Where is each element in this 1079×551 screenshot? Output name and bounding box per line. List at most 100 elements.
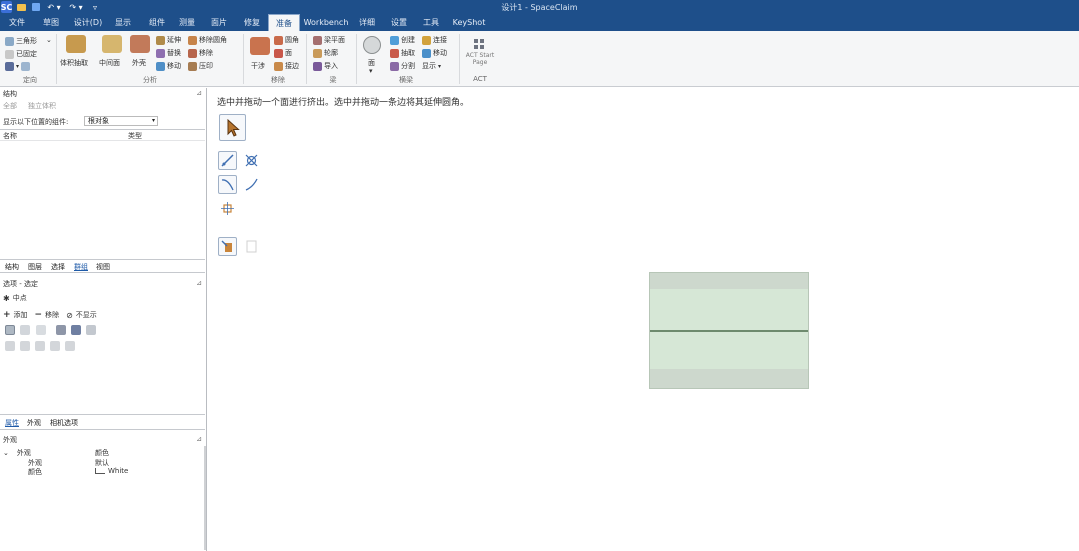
view-option-icon-4[interactable] (50, 341, 60, 351)
select-body-icon[interactable] (56, 325, 66, 335)
options-item[interactable]: ✱ 中点 (3, 293, 27, 303)
pin-icon[interactable]: ⊿ (196, 89, 202, 97)
design-canvas[interactable]: 选中并拖动一个面进行挤出。选中并拖动一条边将其延伸圆角。 (209, 88, 1079, 551)
replace-button[interactable]: 替换 (156, 48, 181, 58)
extract-icon (390, 48, 399, 58)
shell-label[interactable]: 外壳 (132, 58, 146, 68)
profile-button[interactable]: 轮廓 (313, 48, 338, 58)
split-button[interactable]: 分割 (390, 61, 415, 71)
options-header: 选项 - 选定 (3, 280, 38, 288)
chain-tool-button[interactable] (218, 175, 237, 194)
pin-icon[interactable]: ⊿ (196, 279, 202, 287)
faces-button[interactable]: 面 (274, 48, 292, 58)
tab-tools[interactable]: 工具 (416, 14, 446, 31)
tab-selection[interactable]: 选择 (51, 262, 65, 272)
tab-structure[interactable]: 结构 (5, 262, 19, 272)
remove-rounds-button[interactable]: 移除圆角 (188, 35, 227, 45)
all-bodies-button[interactable]: 全部 (3, 101, 17, 111)
act-start-page-icon[interactable] (474, 39, 484, 49)
tab-workbench[interactable]: Workbench (302, 14, 350, 31)
group-label-orient: 定向 (23, 76, 37, 84)
interference-icon[interactable] (250, 37, 270, 55)
shell-icon[interactable] (130, 35, 150, 53)
point-tool-button[interactable] (218, 199, 237, 218)
orient-triangle-button[interactable]: 三角形 (5, 36, 37, 46)
filter-dropdown[interactable]: 根对象 ▾ (84, 116, 158, 126)
select-face-icon[interactable] (20, 325, 30, 335)
pull-tool-button[interactable] (218, 151, 237, 170)
tab-repair[interactable]: 修复 (236, 14, 268, 31)
act-start-page-label[interactable]: ACT Start Page (462, 52, 498, 66)
tab-layers[interactable]: 图层 (28, 262, 42, 272)
sketch-rectangle[interactable] (649, 272, 809, 389)
add-button[interactable]: 添加 (14, 310, 28, 320)
volume-extract-label[interactable]: 体积抽取 (60, 58, 88, 68)
tab-measure[interactable]: 测量 (172, 14, 202, 31)
scrollbar[interactable] (204, 446, 206, 550)
prop-row-value[interactable]: White (95, 467, 128, 475)
select-tool-button[interactable] (219, 114, 246, 141)
cross-tool-button[interactable] (242, 151, 261, 170)
face-circle-icon[interactable] (363, 36, 381, 54)
tab-camera-options[interactable]: 相机选项 (50, 418, 78, 428)
tab-file[interactable]: 文件 (0, 14, 34, 31)
plus-icon[interactable]: + (3, 310, 11, 320)
tab-appearance[interactable]: 外观 (27, 418, 41, 428)
select-component-icon[interactable] (71, 325, 81, 335)
select-group-icon[interactable] (86, 325, 96, 335)
tab-groups[interactable]: 群组 (74, 262, 88, 272)
show-button[interactable]: 显示 ▾ (422, 61, 441, 71)
remove-button[interactable]: 移除 (188, 48, 213, 58)
tab-sketch[interactable]: 草图 (34, 14, 68, 31)
extract-button[interactable]: 抽取 (390, 48, 415, 58)
beam-plane-button[interactable]: 梁平面 (313, 35, 345, 45)
orient-fixed-button[interactable]: 已固定 (5, 49, 37, 59)
tab-views[interactable]: 视图 (96, 262, 110, 272)
import-button[interactable]: 导入 (313, 61, 338, 71)
select-curve-icon[interactable] (36, 325, 46, 335)
volume-extract-icon[interactable] (66, 35, 86, 53)
complete-tool-button[interactable] (218, 237, 237, 256)
group-label-analysis: 分析 (143, 76, 157, 84)
rectangle-midline[interactable] (650, 330, 808, 332)
tab-assembly[interactable]: 组件 (140, 14, 174, 31)
disabled-tool-button[interactable] (242, 237, 261, 256)
tab-detail[interactable]: 详细 (352, 14, 382, 31)
tab-design[interactable]: 设计(D) (70, 14, 106, 31)
view-option-icon-5[interactable] (65, 341, 75, 351)
connect-icon (422, 35, 431, 45)
minus-icon[interactable]: − (35, 310, 43, 320)
connect-button[interactable]: 连接 (422, 35, 447, 45)
tab-keyshot[interactable]: KeyShot (450, 14, 488, 31)
view-option-icon-1[interactable] (5, 341, 15, 351)
tab-facets[interactable]: 面片 (204, 14, 234, 31)
orient-dropdown[interactable]: ⌄ (46, 36, 52, 44)
move-beam-button[interactable]: 移动 (422, 48, 447, 58)
face-dropdown[interactable]: ▾ (369, 67, 373, 75)
extend-button[interactable]: 延伸 (156, 35, 181, 45)
forbidden-icon[interactable]: ⊘ (66, 311, 73, 320)
tab-display[interactable]: 显示 (108, 14, 138, 31)
pin-icon[interactable]: ⊿ (196, 435, 202, 443)
midsurface-icon[interactable] (102, 35, 122, 53)
pull-icon (221, 154, 234, 167)
midsurface-label[interactable]: 中间面 (99, 58, 120, 68)
curve-tool-button[interactable] (242, 175, 261, 194)
imprint-button[interactable]: 压印 (188, 61, 213, 71)
move-button[interactable]: 移动 (156, 61, 181, 71)
independent-volume-button[interactable]: 独立体积 (28, 101, 56, 111)
remove-op-button[interactable]: 移除 (45, 310, 59, 320)
hide-button[interactable]: 不显示 (76, 310, 97, 320)
rounds-button[interactable]: 圆角 (274, 35, 299, 45)
orient-cube-button[interactable]: ▾ (5, 62, 31, 71)
edges-button[interactable]: 接边 (274, 61, 299, 71)
prop-group-row[interactable]: ⌄ 外观 (3, 448, 31, 458)
tab-properties[interactable]: 属性 (5, 418, 19, 428)
tab-settings[interactable]: 设置 (384, 14, 414, 31)
select-edge-icon[interactable] (5, 325, 15, 335)
create-button[interactable]: 创建 (390, 35, 415, 45)
view-option-icon-3[interactable] (35, 341, 45, 351)
interference-label[interactable]: 干涉 (251, 61, 265, 71)
view-option-icon-2[interactable] (20, 341, 30, 351)
tab-prepare[interactable]: 准备 (268, 14, 300, 31)
